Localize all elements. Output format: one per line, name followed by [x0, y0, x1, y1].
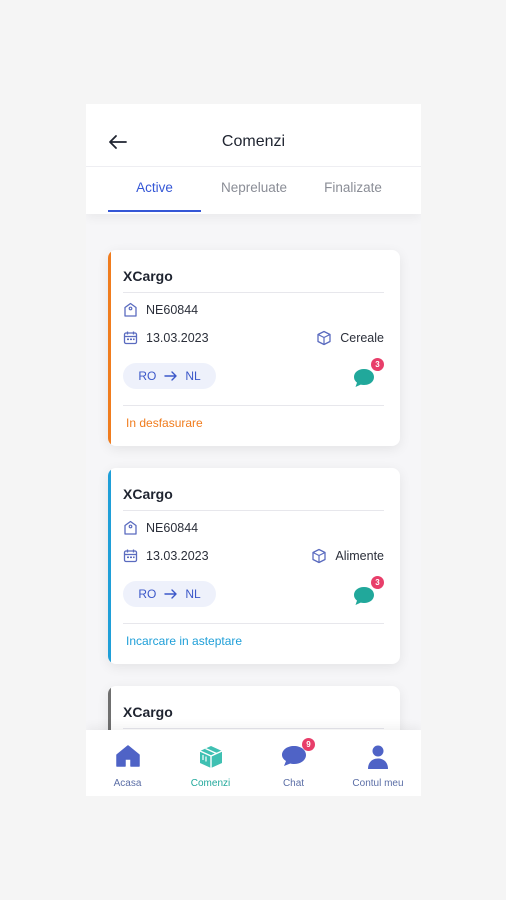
page-title: Comenzi — [221, 133, 286, 150]
chat-bubble-icon — [354, 587, 374, 605]
cargo-type-label: Cereale — [340, 331, 384, 345]
nav-label: Chat — [282, 778, 305, 789]
order-card[interactable]: XCargo NE60844 13.03.2023 Cereale RO NL … — [108, 250, 400, 446]
tab-active[interactable]: Active — [108, 180, 201, 195]
route-to: NL — [185, 369, 201, 383]
arrow-right-icon — [164, 589, 178, 599]
nav-item-comenzi[interactable]: Comenzi — [169, 730, 252, 796]
chat-button[interactable] — [352, 367, 376, 389]
tag-icon — [124, 520, 137, 535]
cargo-type-label: Alimente — [335, 549, 384, 563]
date-row: 13.03.2023 — [123, 548, 209, 563]
divider — [123, 405, 384, 406]
order-date: 13.03.2023 — [146, 330, 209, 345]
order-number: NE60844 — [146, 303, 199, 317]
nav-label: Comenzi — [190, 778, 231, 789]
order-status: Incarcare in asteptare — [126, 634, 243, 648]
order-date: 13.03.2023 — [146, 548, 209, 563]
box-icon — [199, 746, 222, 768]
nav-item-acasa[interactable]: Acasa — [86, 730, 169, 796]
route-pill: RO NL — [123, 363, 216, 389]
divider — [123, 728, 384, 729]
status-accent-bar — [108, 250, 111, 446]
bottom-navigation: Acasa Comenzi 9 Chat Contul meu — [86, 730, 421, 796]
tab-nepreluate[interactable]: Nepreluate — [208, 180, 300, 195]
route-to: NL — [185, 587, 201, 601]
nav-item-contul-meu[interactable]: Contul meu — [335, 730, 421, 796]
divider — [123, 510, 384, 511]
home-icon — [115, 745, 140, 767]
unread-badge: 3 — [371, 358, 384, 371]
status-accent-bar — [108, 468, 111, 664]
order-number-row: NE60844 — [123, 520, 198, 536]
tab-finalizate[interactable]: Finalizate — [308, 180, 398, 195]
cargo-type: Alimente — [311, 548, 384, 564]
order-card[interactable]: XCargo NE60844 13.03.2023 Alimente RO NL… — [108, 468, 400, 664]
route-pill: RO NL — [123, 581, 216, 607]
app-screen: Comenzi Active Nepreluate Finalizate XCa… — [86, 104, 421, 796]
header-divider — [86, 166, 421, 167]
route-from: RO — [138, 369, 157, 383]
package-icon — [317, 330, 331, 346]
package-icon — [312, 548, 327, 564]
nav-label: Acasa — [113, 778, 142, 789]
nav-item-chat[interactable]: 9 Chat — [252, 730, 335, 796]
divider — [123, 292, 384, 293]
tag-icon — [124, 302, 137, 317]
calendar-icon — [123, 331, 138, 345]
cargo-type: Cereale — [316, 330, 384, 346]
active-tab-indicator — [108, 210, 201, 212]
chat-badge: 9 — [302, 738, 315, 751]
order-number-row: NE60844 — [123, 302, 198, 318]
order-number: NE60844 — [146, 521, 199, 535]
company-name: XCargo — [123, 268, 173, 284]
divider — [123, 623, 384, 624]
company-name: XCargo — [123, 486, 173, 502]
date-row: 13.03.2023 — [123, 330, 209, 345]
chat-bubble-icon — [354, 369, 374, 387]
unread-badge: 3 — [371, 576, 384, 589]
chat-button[interactable] — [352, 585, 376, 607]
calendar-icon — [123, 549, 138, 563]
user-icon — [368, 745, 388, 769]
company-name: XCargo — [123, 704, 173, 720]
header: Comenzi Active Nepreluate Finalizate — [86, 104, 421, 214]
route-from: RO — [138, 587, 157, 601]
order-status: In desfasurare — [126, 416, 203, 430]
nav-label: Contul meu — [352, 778, 404, 789]
arrow-right-icon — [164, 371, 178, 381]
